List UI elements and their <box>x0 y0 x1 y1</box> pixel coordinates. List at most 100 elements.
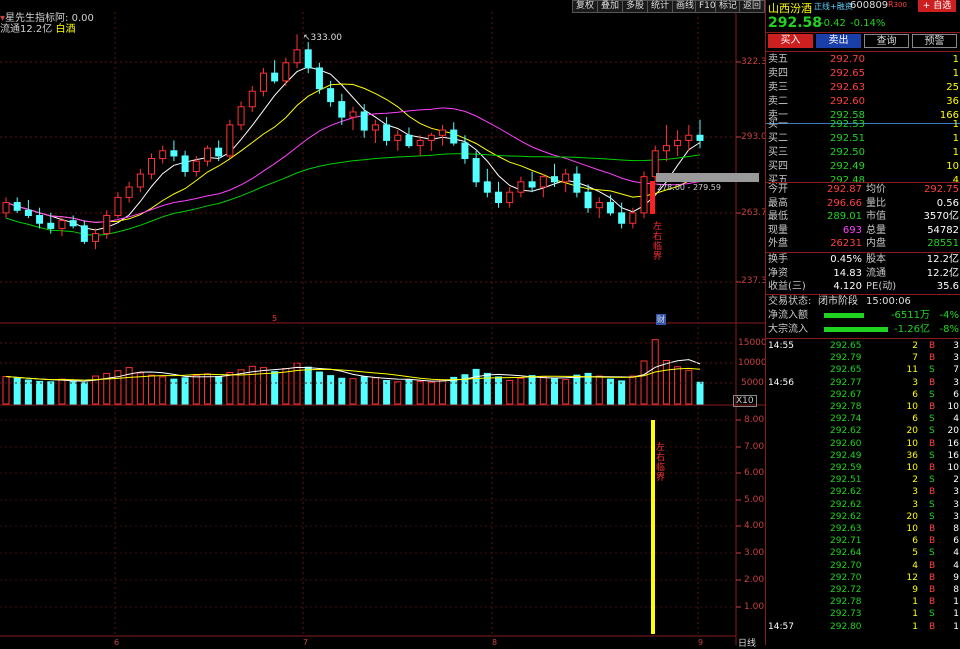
period-label[interactable]: 日线 <box>738 636 756 649</box>
tick-count: 4 <box>953 548 959 559</box>
candle-body <box>383 124 391 141</box>
tick-volume: 1 <box>912 609 918 620</box>
tick-row: 14:55 292.65 2 B 3 <box>766 340 960 352</box>
ask-row[interactable]: 卖三 292.63 25 <box>766 81 960 95</box>
query-button[interactable]: 查询 <box>864 34 909 48</box>
bid-row[interactable]: 买一 292.53 1 <box>766 118 960 132</box>
overlay-button[interactable]: 叠加 <box>597 0 624 13</box>
sub-axis-label: 2.00 <box>744 575 765 585</box>
bid-label: 买二 <box>768 133 788 144</box>
flow-pct: -4% <box>939 310 959 321</box>
multi-stock-button[interactable]: 多股 <box>622 0 649 13</box>
volume-bar <box>662 360 670 405</box>
candle-body <box>685 134 693 141</box>
stat-value: 28551 <box>927 238 959 249</box>
restore-rights-button[interactable]: 复权 <box>572 0 599 13</box>
trade-status-label: 交易状态: <box>768 296 812 307</box>
alert-button[interactable]: 预警 <box>912 34 957 48</box>
flow-row: 净流入额 -6511万 -4% <box>766 309 960 323</box>
fundamental-row: 收益(三) 4.120 PE(动) 35.6 <box>766 280 960 294</box>
candle-body <box>192 160 200 172</box>
statistics-button[interactable]: 统计 <box>647 0 674 13</box>
bid-row[interactable]: 买四 292.49 10 <box>766 160 960 174</box>
stat-label: 最低 <box>768 211 788 222</box>
candle-body <box>371 124 379 131</box>
sub-axis-label: 7.00 <box>744 442 765 452</box>
tick-price: 292.78 <box>830 597 862 608</box>
ask-price: 292.60 <box>830 96 865 107</box>
tick-volume: 6 <box>912 414 918 425</box>
tick-price: 292.60 <box>830 438 862 449</box>
tick-price: 292.62 <box>830 487 862 498</box>
volume-bar <box>629 375 637 405</box>
divider <box>766 51 960 52</box>
volume-bar <box>226 371 234 405</box>
volume-bar <box>13 377 21 405</box>
tick-price: 292.65 <box>830 365 862 376</box>
candle-body <box>293 49 301 64</box>
sub-axis-label: 5.00 <box>744 495 765 505</box>
tick-count: 9 <box>953 572 959 583</box>
tick-row: 292.70 4 B 4 <box>766 560 960 572</box>
candle-body <box>696 134 704 141</box>
bid-row[interactable]: 买二 292.51 1 <box>766 132 960 146</box>
volume-bar <box>47 381 55 405</box>
tick-price: 292.73 <box>830 609 862 620</box>
tick-price: 292.62 <box>830 426 862 437</box>
tick-side: S <box>929 475 935 486</box>
candle-body <box>595 202 603 209</box>
candle-body <box>338 101 346 118</box>
candle-body <box>461 142 469 160</box>
sector-label[interactable]: 白酒 <box>55 24 75 35</box>
sub-axis-label: 8.00 <box>744 415 765 425</box>
r-label: R300 <box>888 0 907 9</box>
tick-row: 292.71 6 B 6 <box>766 535 960 547</box>
tick-volume: 20 <box>906 511 918 522</box>
volume-bar <box>192 375 200 405</box>
stat-label: 总量 <box>866 224 886 236</box>
tick-side: B <box>929 438 936 449</box>
flow-label: 净流入额 <box>768 310 808 321</box>
tick-row: 292.72 9 B 8 <box>766 584 960 596</box>
candle-body <box>2 202 10 214</box>
volume-bar <box>416 380 424 405</box>
ask-row[interactable]: 卖四 292.65 1 <box>766 67 960 81</box>
tick-time: 14:57 <box>768 621 794 632</box>
fundamental-label: 净资 <box>768 267 788 279</box>
tick-row: 292.78 10 B 10 <box>766 401 960 413</box>
stat-row: 外盘 26231 内盘 28551 <box>766 237 960 251</box>
volume-bar <box>595 375 603 405</box>
event-mark[interactable]: 5 <box>272 314 277 323</box>
volume-bar <box>674 366 682 405</box>
tick-count: 4 <box>953 560 959 571</box>
bid-row[interactable]: 买三 292.50 1 <box>766 146 960 160</box>
stat-label: 今开 <box>768 184 788 195</box>
volume-bar <box>450 376 458 405</box>
candle-body <box>528 181 536 188</box>
mark-button[interactable]: 标记 <box>715 0 742 13</box>
candle-body <box>606 202 614 214</box>
sell-button[interactable]: 卖出 <box>816 34 861 48</box>
kline-chart-area[interactable]: 复权 叠加 多股 统计 画线 F10 标记 返回 ▾星先生指标阿: 0.00 流… <box>0 0 767 649</box>
candle-body <box>47 222 55 229</box>
ask-row[interactable]: 卖二 292.60 36 <box>766 95 960 109</box>
stat-row: 今开 292.87 均价 292.75 <box>766 183 960 197</box>
tick-volume: 3 <box>912 377 918 388</box>
tick-price: 292.65 <box>830 341 862 351</box>
finance-mark[interactable]: 财 <box>656 314 666 325</box>
tick-row: 292.78 1 B 1 <box>766 596 960 608</box>
stat-value: 289.01 <box>827 211 862 222</box>
candle-body <box>450 129 458 144</box>
add-watchlist-button[interactable]: + 自选 <box>918 0 956 12</box>
stat-label: 量比 <box>866 197 886 209</box>
back-button[interactable]: 返回 <box>739 0 765 13</box>
candle-body <box>573 173 581 193</box>
buy-button[interactable]: 买入 <box>768 34 813 48</box>
volume-bar <box>293 362 301 405</box>
tick-side: B <box>929 402 936 412</box>
tick-row: 292.60 10 B 16 <box>766 438 960 450</box>
ask-row[interactable]: 卖五 292.70 1 <box>766 53 960 67</box>
tick-volume: 6 <box>912 536 918 547</box>
candle-body <box>405 134 413 147</box>
chart-canvas[interactable] <box>0 0 765 645</box>
